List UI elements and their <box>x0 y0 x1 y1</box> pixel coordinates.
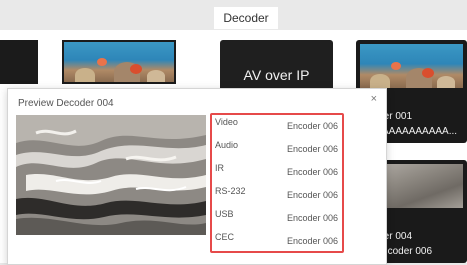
video-thumbnail <box>64 42 174 82</box>
route-row-usb[interactable]: USB Encoder 006 <box>215 209 338 232</box>
close-icon[interactable]: × <box>371 93 377 105</box>
route-row-video[interactable]: Video Encoder 006 <box>215 117 338 140</box>
encoder-thumbnail[interactable] <box>0 40 38 84</box>
route-label: USB <box>215 209 234 219</box>
route-label: RS-232 <box>215 186 246 196</box>
modal-title: Preview Decoder 004 <box>18 98 114 109</box>
preview-modal: Preview Decoder 004 × Video Encoder 006 … <box>7 88 387 265</box>
route-value: Encoder 006 <box>286 121 338 131</box>
video-thumbnail <box>360 44 463 88</box>
tab-decoder[interactable]: Decoder <box>214 7 278 29</box>
route-label: Video <box>215 117 238 127</box>
route-row-rs232[interactable]: RS-232 Encoder 006 <box>215 186 338 209</box>
route-value: Encoder 006 <box>286 190 338 200</box>
routing-table: Video Encoder 006 Audio Encoder 006 IR E… <box>210 113 344 253</box>
route-value: Encoder 006 <box>286 167 338 177</box>
route-row-ir[interactable]: IR Encoder 006 <box>215 163 338 186</box>
route-value: Encoder 006 <box>286 213 338 223</box>
route-label: Audio <box>215 140 239 150</box>
route-row-audio[interactable]: Audio Encoder 006 <box>215 140 338 163</box>
route-value: Encoder 006 <box>286 236 338 246</box>
video-preview <box>16 115 206 235</box>
route-row-cec[interactable]: CEC Encoder 006 <box>215 232 338 255</box>
route-value: Encoder 006 <box>286 144 338 154</box>
route-label: IR <box>215 163 224 173</box>
encoder-thumbnail[interactable] <box>62 40 176 84</box>
route-label: CEC <box>215 232 235 242</box>
card-label: AV over IP <box>243 67 310 83</box>
